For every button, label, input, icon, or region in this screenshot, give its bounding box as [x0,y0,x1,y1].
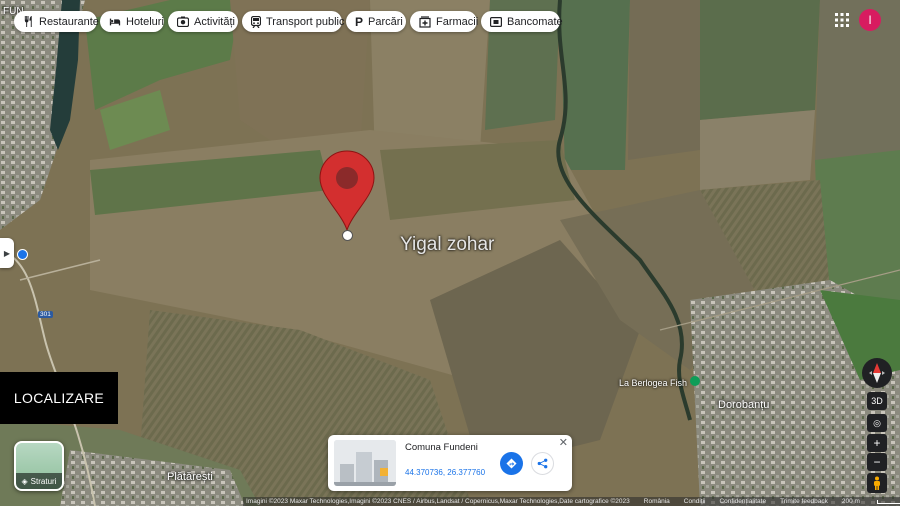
street-view-pegman-button[interactable] [867,473,887,493]
scale-label: 200 m [841,498,860,505]
close-card-button[interactable]: ✕ [559,436,568,449]
share-button[interactable] [531,452,554,475]
privacy-link[interactable]: Confidențialitate [719,498,766,505]
close-icon: ✕ [558,437,568,449]
layers-icon: ◈ [21,476,28,486]
apps-grid-icon[interactable] [832,10,852,30]
atm-icon [490,15,502,28]
compass-icon [869,363,885,383]
fork-knife-icon [23,15,34,28]
chip-label: Activități [194,15,235,28]
bed-icon [109,15,121,28]
feedback-link[interactable]: Trimite feedback [780,498,828,505]
fish-place-icon[interactable] [690,376,700,386]
train-icon [251,15,261,28]
chip-transport-public[interactable]: Transport public [242,11,345,32]
scale-bar[interactable]: 200 m [842,498,900,505]
pin-place-label[interactable]: Yigal zohar [400,234,494,256]
place-info-card[interactable]: Comuna Fundeni 44.370736, 26.377760 ✕ [328,435,572,491]
my-location-icon: ◎ [873,417,881,428]
directions-button[interactable] [500,452,523,475]
scale-line [876,499,900,504]
chip-label: Bancomate [507,15,563,28]
chip-parcari[interactable]: P Parcări [346,11,406,32]
account-avatar[interactable]: I [859,9,881,31]
chip-label: Restaurante [39,15,99,28]
chip-bancomate[interactable]: Bancomate [481,11,563,32]
chip-label: Parcări [368,15,403,28]
directions-icon [506,458,517,469]
chip-farmacii[interactable]: Farmacii [410,11,479,32]
chevron-right-icon: ▶ [3,248,11,258]
my-location-button[interactable]: ◎ [867,414,887,432]
place-thumbnail[interactable] [334,440,396,486]
place-name[interactable]: Comuna Fundeni [405,442,478,453]
zoom-in-button[interactable]: + [867,434,887,452]
pegman-icon [874,476,880,490]
share-icon [537,458,548,469]
village-label-plataresti[interactable]: Plătărești [167,471,213,483]
chip-label: Hoteluri [126,15,164,28]
3d-toggle-button[interactable]: 3D [867,392,887,410]
chip-restaurante[interactable]: Restaurante [14,11,99,32]
layers-button[interactable]: ◈ Straturi [14,441,64,491]
compass-control[interactable] [862,358,892,388]
map-footer: Imagini ©2023 Maxar Technologies,Imagini… [243,497,900,506]
layers-label: Straturi [30,476,57,486]
village-label-dorobantu[interactable]: Dorobanțu [718,399,769,411]
parking-icon: P [355,14,364,29]
imagery-attribution: Imagini ©2023 Maxar Technologies,Imagini… [246,498,630,505]
place-coordinates[interactable]: 44.370736, 26.377760 [405,468,485,477]
pharmacy-icon [419,15,431,28]
road-number-badge: 301 [38,311,53,318]
terms-link[interactable]: Condiții [684,498,706,505]
expand-side-panel-button[interactable]: ▶ [0,238,14,268]
chip-activitati[interactable]: Activități [168,11,238,32]
country-link[interactable]: România [644,498,670,505]
transit-stop-icon[interactable] [17,249,28,260]
building-illustration [334,440,396,486]
fish-place-label[interactable]: La Berlogea Fish [619,378,687,388]
chip-label: Farmacii [436,15,479,28]
zoom-out-button[interactable]: − [867,453,887,471]
localizare-overlay: LOCALIZARE [0,372,118,424]
camera-icon [177,15,189,28]
chip-label: Transport public [266,15,345,28]
pin-marker-dot[interactable] [342,230,353,241]
chip-hoteluri[interactable]: Hoteluri [100,11,164,32]
location-pin-icon[interactable] [319,150,375,232]
